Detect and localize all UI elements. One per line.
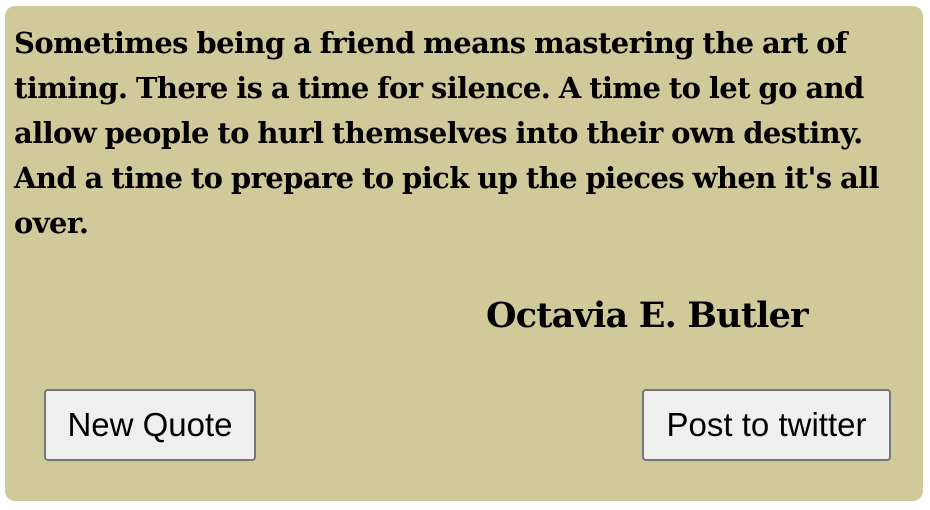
new-quote-button[interactable]: New Quote xyxy=(44,389,256,461)
post-to-twitter-button[interactable]: Post to twitter xyxy=(642,389,891,461)
quote-box: Sometimes being a friend means mastering… xyxy=(5,6,923,501)
quote-author: Octavia E. Butler xyxy=(486,295,809,336)
quote-text: Sometimes being a friend means mastering… xyxy=(14,26,880,240)
